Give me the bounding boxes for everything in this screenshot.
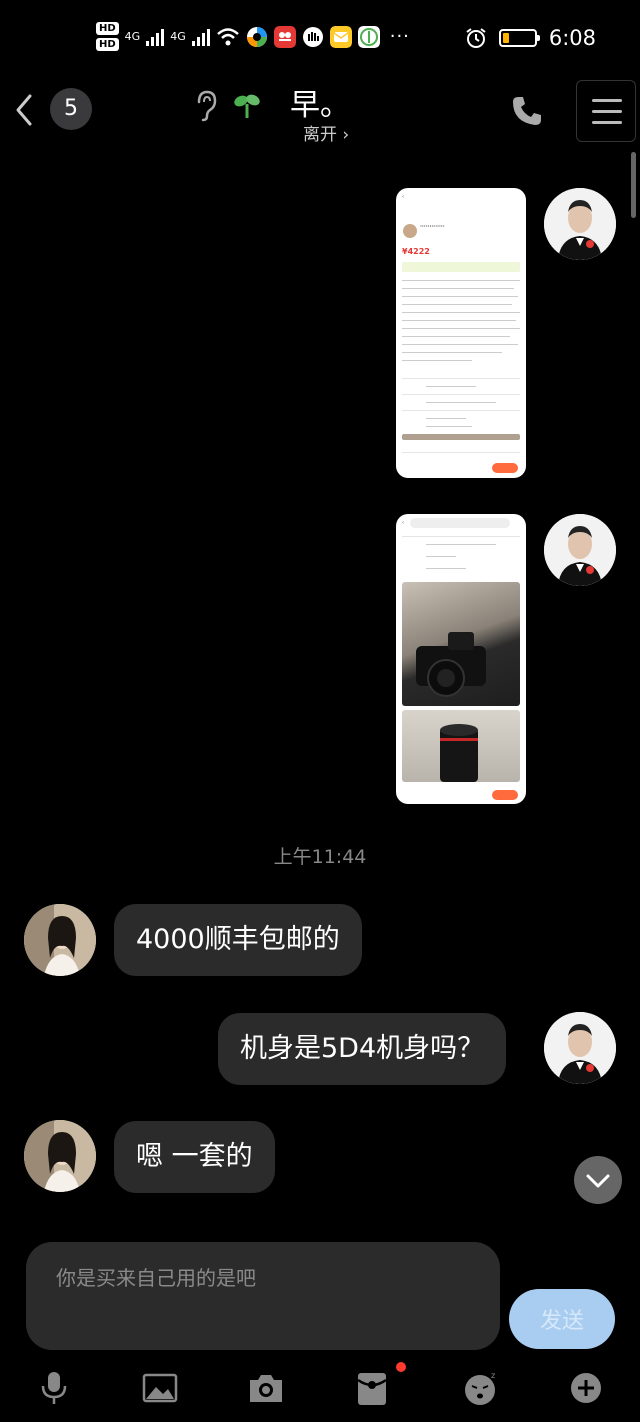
- battery-icon: [498, 29, 540, 47]
- contact-status[interactable]: 离开 ›: [303, 120, 349, 145]
- image-picker-icon[interactable]: [140, 1368, 180, 1408]
- sprout-icon: [234, 94, 260, 118]
- contact-name[interactable]: 早。: [290, 80, 350, 124]
- app-notification-icon: [273, 25, 296, 48]
- chat-header: 5 早。 离开 ›: [0, 72, 640, 152]
- contact-avatar[interactable]: [24, 904, 96, 976]
- message-input-text: 你是买来自己用的是吧: [56, 1266, 256, 1290]
- message-timestamp: 上午11:44: [273, 846, 367, 868]
- image-message-listing[interactable]: ‹ ············· ¥4222: [396, 188, 526, 478]
- app-notification-icon: [329, 25, 352, 48]
- network-label-2: 4G: [170, 30, 186, 43]
- notification-dot: [396, 1362, 406, 1372]
- scroll-to-bottom-button[interactable]: [574, 1156, 622, 1204]
- message-text: 嗯 一套的: [136, 1141, 253, 1172]
- message-input[interactable]: 你是买来自己用的是吧: [26, 1242, 500, 1350]
- phone-call-icon[interactable]: [510, 94, 544, 128]
- sent-message[interactable]: 机身是5D4机身吗？: [218, 1013, 507, 1085]
- red-packet-icon[interactable]: [352, 1368, 392, 1408]
- received-message[interactable]: 嗯 一套的: [114, 1121, 275, 1193]
- image-message-camera-photos[interactable]: ‹: [396, 514, 526, 804]
- my-avatar[interactable]: [544, 188, 616, 260]
- network-label-1: 4G: [124, 30, 141, 43]
- menu-button[interactable]: [576, 80, 636, 142]
- plus-icon[interactable]: [566, 1368, 606, 1408]
- unread-count-badge[interactable]: 5: [50, 88, 92, 130]
- camera-photo-2: [402, 710, 520, 782]
- app-notification-icon: [357, 25, 380, 48]
- svg-text:z: z: [491, 1371, 495, 1380]
- message-text: 机身是5D4机身吗？: [240, 1033, 485, 1064]
- emoji-icon[interactable]: z: [460, 1368, 500, 1408]
- signal-icon: [146, 28, 165, 46]
- my-avatar[interactable]: [544, 514, 616, 586]
- received-message[interactable]: 4000顺丰包邮的: [114, 904, 362, 976]
- earpiece-mode-icon[interactable]: [192, 88, 220, 124]
- camera-icon[interactable]: [246, 1368, 286, 1408]
- camera-photo-1: [402, 582, 520, 706]
- message-text: 4000顺丰包邮的: [136, 924, 340, 955]
- app-notification-icon: [246, 26, 267, 47]
- input-toolbar: z: [0, 1362, 640, 1416]
- hd-indicator: HD HD: [96, 22, 119, 51]
- hd-label-2: HD: [96, 38, 119, 51]
- voice-icon[interactable]: [34, 1368, 74, 1408]
- chevron-down-icon: [586, 1174, 610, 1188]
- status-bar: HD HD 4G 4G ··· 6:08: [0, 0, 640, 70]
- send-button[interactable]: 发送: [509, 1289, 615, 1349]
- signal-icon: [191, 28, 210, 46]
- app-notification-icon: [302, 26, 323, 47]
- my-avatar[interactable]: [544, 1012, 616, 1084]
- listing-price: ¥4222: [402, 247, 430, 256]
- clock: 6:08: [548, 26, 596, 50]
- contact-avatar[interactable]: [24, 1120, 96, 1192]
- battery-level: [502, 33, 509, 43]
- back-arrow-icon[interactable]: [12, 92, 36, 128]
- wifi-icon: [216, 27, 239, 45]
- more-notifications-icon: ···: [389, 26, 410, 47]
- alarm-icon: [466, 28, 486, 48]
- scrollbar[interactable]: [631, 152, 636, 218]
- hd-label-1: HD: [96, 22, 119, 35]
